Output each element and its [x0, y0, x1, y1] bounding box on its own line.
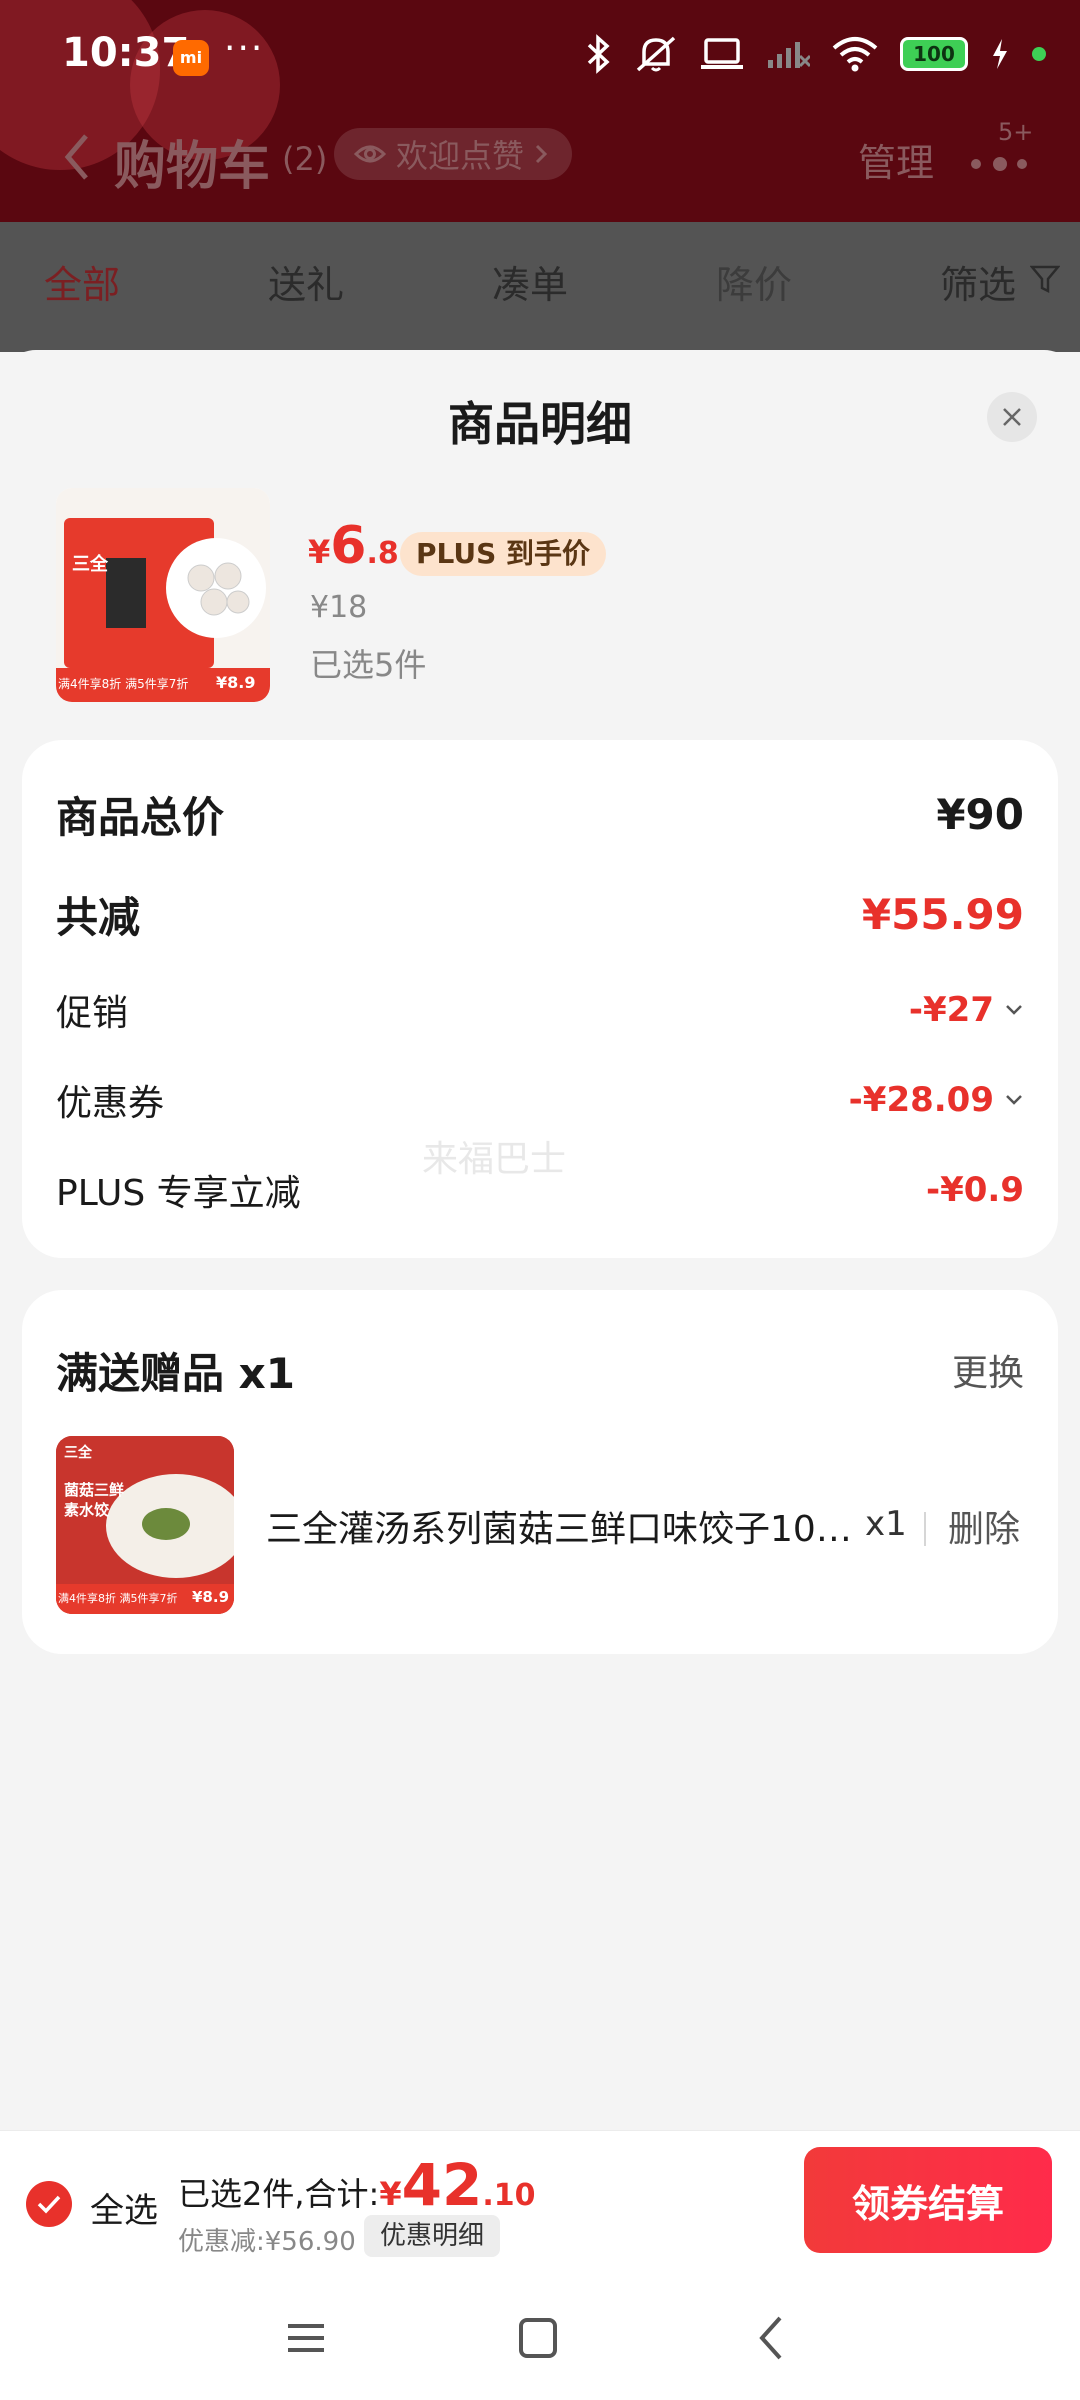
tab-price-drop[interactable]: 降价: [716, 254, 792, 309]
total-reduce-label: 共减: [56, 893, 141, 942]
product-image-price: ¥8.9: [216, 673, 256, 692]
status-time: 10:37: [62, 30, 190, 76]
chevron-right-icon: [535, 144, 548, 164]
cart-nav-bar: 购物车 (2) 欢迎点赞 管理 5+: [0, 112, 1080, 222]
close-button[interactable]: [987, 392, 1037, 442]
price-symbol: ¥: [308, 533, 331, 571]
select-all-checkbox[interactable]: [26, 2181, 72, 2227]
selected-count: 已选5件: [310, 646, 427, 684]
privacy-indicator-dot: [1032, 47, 1046, 61]
total-price-row: 商品总价 ¥90: [56, 784, 1024, 845]
battery-indicator: 100: [900, 37, 968, 71]
gift-image-price: ¥8.9: [192, 1588, 230, 1606]
total-decimal: .10: [482, 2178, 536, 2213]
more-notifications-icon: ···: [224, 28, 265, 69]
discount-detail-button[interactable]: 优惠明细: [364, 2215, 501, 2257]
gift-change-button[interactable]: 更换: [952, 1344, 1024, 1396]
promo-row[interactable]: 促销 -¥27: [56, 984, 1024, 1036]
menu-icon[interactable]: [276, 2310, 336, 2366]
coupon-value-wrap: -¥28.09: [849, 1080, 1024, 1120]
plus-price-badge: PLUS 到手价: [400, 532, 607, 576]
sheet-title: 商品明细: [448, 397, 632, 451]
select-all-label[interactable]: 全选: [90, 2183, 158, 2232]
gift-quantity: x1: [865, 1504, 907, 1544]
discount-summary: 优惠减:¥56.90: [178, 2227, 356, 2257]
total-price-value: ¥90: [936, 790, 1024, 839]
more-badge: 5+: [998, 118, 1034, 146]
promo-label: 促销: [56, 993, 129, 1034]
gift-image-promo: 满4件享8折 满5件享7折: [58, 1592, 178, 1605]
gift-card: 满送赠品 x1 更换 三全 菌菇三鲜 素水饺 满4件享8折 满5件享7折 ¥8.…: [22, 1290, 1058, 1654]
product-image[interactable]: 三全 满4件享8折 满5件享7折 ¥8.9: [56, 488, 270, 702]
coupon-row[interactable]: 优惠券 -¥28.09: [56, 1074, 1024, 1126]
eye-icon: [354, 145, 386, 163]
home-icon[interactable]: [508, 2310, 568, 2366]
total-integer: 42: [401, 2151, 483, 2219]
checkout-bar: 全选 已选2件,合计: ¥ 42 .10 优惠减:¥56.90 优惠明细 领券结…: [0, 2130, 1080, 2270]
chevron-down-icon: [1006, 1005, 1022, 1015]
price-summary-card: 商品总价 ¥90 共减 ¥55.99 促销 -¥27 优惠券 -¥28.09 P…: [22, 740, 1058, 1258]
wifi-icon: [832, 37, 878, 72]
tab-all[interactable]: 全部: [44, 254, 120, 309]
mute-bell-icon: [636, 36, 676, 72]
gift-image[interactable]: 三全 菌菇三鲜 素水饺 满4件享8折 满5件享7折 ¥8.9: [56, 1436, 234, 1614]
tab-add-on[interactable]: 凑单: [492, 254, 568, 309]
welcome-label: 欢迎点赞: [396, 137, 525, 175]
mi-notification-icon: mi: [173, 40, 209, 76]
filter-funnel-icon[interactable]: [1030, 264, 1060, 294]
original-price: ¥18: [310, 590, 368, 625]
chevron-down-icon: [1006, 1095, 1022, 1105]
price-decimal: .8: [366, 536, 399, 571]
total-reduce-value: ¥55.99: [861, 890, 1024, 939]
product-image-promo: 满4件享8折 满5件享7折: [58, 677, 189, 691]
product-detail-sheet: 商品明细 三全 满4件享8折 满5件享7折 ¥8.9 ¥ 6 .8 PLUS 到…: [0, 350, 1080, 2130]
product-image-brand: 三全: [72, 554, 108, 575]
gift-delete-button[interactable]: 删除: [948, 1500, 1020, 1552]
cart-count: (2): [282, 140, 328, 178]
tab-filter[interactable]: 筛选: [940, 254, 1016, 309]
system-nav-bar: [0, 2270, 1080, 2400]
total-reduce-row: 共减 ¥55.99: [56, 884, 1024, 945]
checkout-button[interactable]: 领券结算: [804, 2147, 1052, 2253]
charging-icon: [993, 39, 1007, 69]
plus-discount-value: -¥0.9: [926, 1170, 1024, 1210]
welcome-like-pill[interactable]: 欢迎点赞: [334, 128, 573, 180]
gift-name[interactable]: 三全灌汤系列菌菇三鲜口味饺子1000g: [266, 1500, 866, 1552]
status-bar: 10:37 mi ··· 100: [0, 0, 1080, 112]
total-line: 已选2件,合计: ¥ 42 .10: [178, 2151, 535, 2219]
checkmark-icon: [37, 2195, 61, 2214]
coupon-value: -¥28.09: [848, 1080, 994, 1120]
gift-image-brand: 三全: [64, 1445, 92, 1461]
total-price-label: 商品总价: [56, 793, 225, 842]
watermark-text: 来福巴士: [422, 1139, 567, 1180]
manage-button[interactable]: 管理: [858, 132, 934, 187]
promo-value: -¥27: [908, 990, 994, 1030]
total-price: ¥ 42 .10: [379, 2151, 535, 2219]
dumpling-package-image: [56, 488, 270, 702]
status-icons: 100: [586, 34, 1046, 74]
product-price: ¥ 6 .8: [308, 516, 399, 576]
coupon-label: 优惠券: [56, 1083, 165, 1124]
total-prefix: 已选2件,合计:: [178, 2175, 380, 2213]
divider: [924, 1512, 926, 1546]
back-chevron-icon[interactable]: [60, 132, 96, 182]
plus-discount-label: PLUS 专享立减: [56, 1173, 301, 1214]
total-symbol: ¥: [379, 2175, 402, 2213]
cart-filter-tabs: 全部 送礼 凑单 降价 筛选: [0, 222, 1080, 352]
gift-image-title: 菌菇三鲜 素水饺: [64, 1481, 125, 1519]
cart-header-background: 10:37 mi ··· 100 购物车 (2) 欢迎点赞 管理 5+: [0, 0, 1080, 222]
tab-gift[interactable]: 送礼: [268, 254, 344, 309]
gift-title: 满送赠品 x1: [56, 1349, 295, 1398]
laptop-icon: [701, 38, 743, 69]
back-icon[interactable]: [742, 2310, 802, 2366]
promo-value-wrap: -¥27: [909, 990, 1024, 1030]
cart-title: 购物车: [114, 137, 271, 197]
bluetooth-icon: [587, 34, 610, 74]
signal-icon: [768, 42, 810, 68]
price-integer: 6: [330, 516, 367, 576]
close-icon: [1003, 408, 1021, 426]
